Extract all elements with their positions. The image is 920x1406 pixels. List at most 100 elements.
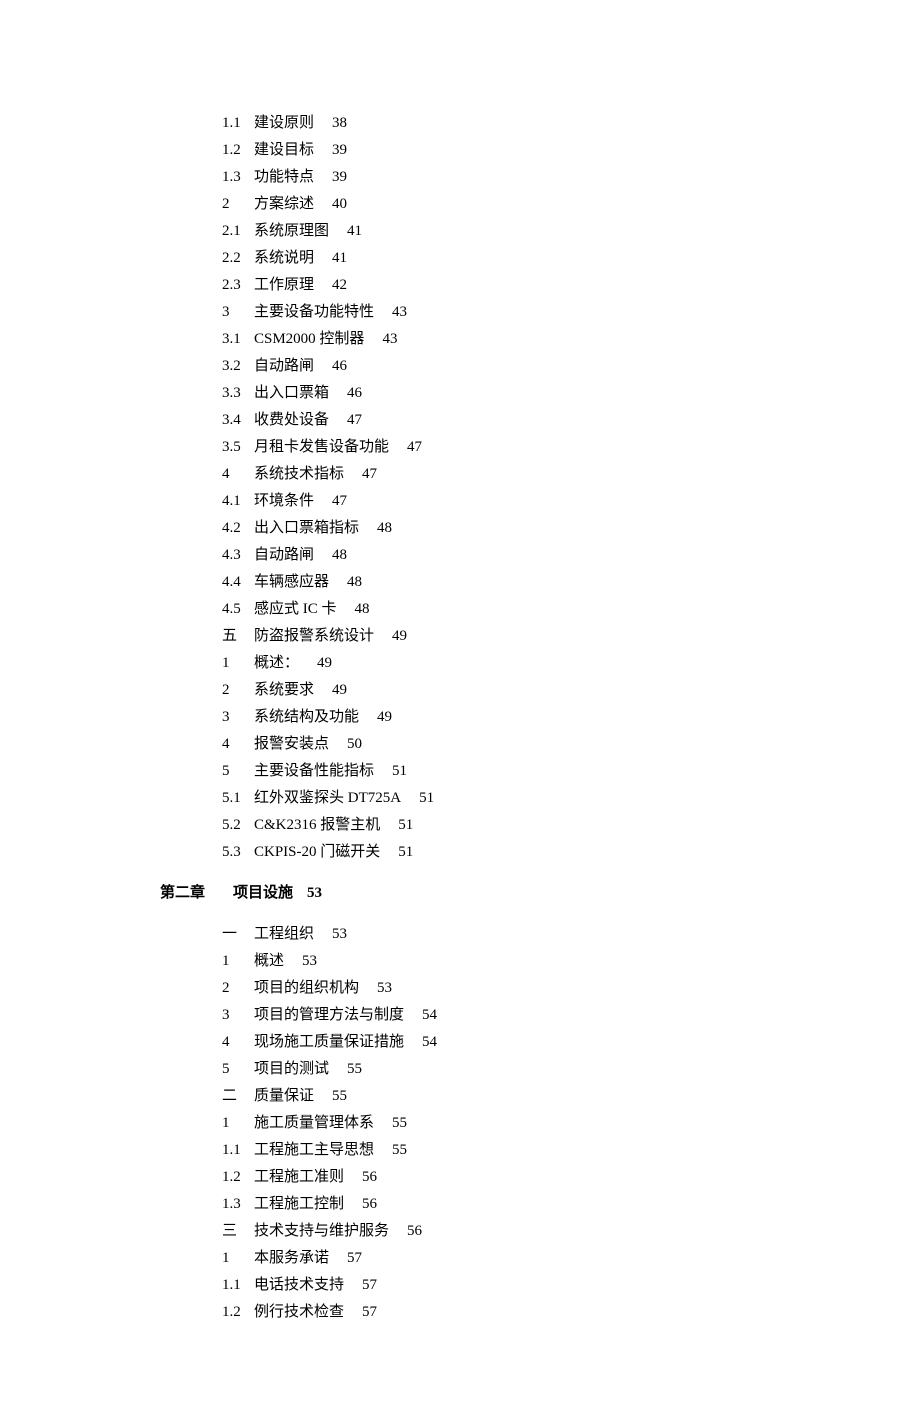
toc-entry-page: 48 bbox=[355, 596, 370, 623]
toc-entry-title: 工程施工主导思想 bbox=[254, 1137, 374, 1164]
toc-entry-title: 自动路闸 bbox=[254, 353, 314, 380]
toc-chapter-label: 第二章 bbox=[160, 880, 205, 907]
toc-entry-title: CSM2000 控制器 bbox=[254, 326, 364, 353]
toc-entry-title: 防盗报警系统设计 bbox=[254, 623, 374, 650]
toc-entry-title: 建设目标 bbox=[254, 137, 314, 164]
toc-entry: 5.2C&K2316 报警主机 51 bbox=[222, 812, 860, 839]
toc-entry: 1.1工程施工主导思想 55 bbox=[222, 1137, 860, 1164]
toc-entry-page: 56 bbox=[362, 1191, 377, 1218]
toc-entry-page: 51 bbox=[398, 812, 413, 839]
toc-entry-page: 54 bbox=[422, 1002, 437, 1029]
toc-entry: 4现场施工质量保证措施54 bbox=[222, 1029, 860, 1056]
toc-entry: 五防盗报警系统设计 49 bbox=[222, 623, 860, 650]
toc-entry: 2.2系统说明41 bbox=[222, 245, 860, 272]
toc-entry-title: 环境条件 bbox=[254, 488, 314, 515]
toc-entry: 3.3出入口票箱 46 bbox=[222, 380, 860, 407]
toc-entry-page: 53 bbox=[332, 921, 347, 948]
toc-entry: 4系统技术指标47 bbox=[222, 461, 860, 488]
toc-entry: 2系统要求49 bbox=[222, 677, 860, 704]
toc-entry-title: 例行技术检查 bbox=[254, 1299, 344, 1326]
toc-entry-number: 3 bbox=[222, 704, 254, 731]
toc-entry: 2.1系统原理图41 bbox=[222, 218, 860, 245]
toc-entry-title: 工程施工控制 bbox=[254, 1191, 344, 1218]
toc-entry-number: 1.1 bbox=[222, 1137, 254, 1164]
toc-entry-number: 4.3 bbox=[222, 542, 254, 569]
toc-entry-title: 建设原则 bbox=[254, 110, 314, 137]
toc-chapter: 第二章项目设施53 bbox=[160, 880, 860, 907]
toc-entry-page: 56 bbox=[362, 1164, 377, 1191]
toc-container: 1.1建设原则381.2建设目标391.3功能特点392方案综述402.1系统原… bbox=[160, 110, 860, 1326]
toc-entry-page: 55 bbox=[347, 1056, 362, 1083]
toc-entry-number: 4.2 bbox=[222, 515, 254, 542]
toc-entry-title: 电话技术支持 bbox=[254, 1272, 344, 1299]
toc-entry-number: 2.3 bbox=[222, 272, 254, 299]
toc-entry: 4.3自动路闸48 bbox=[222, 542, 860, 569]
toc-entry-title: 概述： bbox=[254, 650, 299, 677]
toc-entry: 1.3工程施工控制56 bbox=[222, 1191, 860, 1218]
toc-chapter-page: 53 bbox=[307, 880, 322, 907]
toc-entry-page: 53 bbox=[302, 948, 317, 975]
toc-entry-number: 4.5 bbox=[222, 596, 254, 623]
toc-entry-page: 47 bbox=[362, 461, 377, 488]
toc-entry-number: 1.2 bbox=[222, 1164, 254, 1191]
toc-entry: 1施工质量管理体系55 bbox=[222, 1110, 860, 1137]
toc-entry-number: 3.3 bbox=[222, 380, 254, 407]
toc-entry: 2.3工作原理42 bbox=[222, 272, 860, 299]
toc-entry-title: 质量保证 bbox=[254, 1083, 314, 1110]
toc-entry: 5.1红外双鉴探头 DT725A51 bbox=[222, 785, 860, 812]
toc-entry-number: 五 bbox=[222, 623, 254, 650]
toc-entry-page: 55 bbox=[392, 1137, 407, 1164]
toc-entry-page: 46 bbox=[347, 380, 362, 407]
toc-entry-number: 4.4 bbox=[222, 569, 254, 596]
toc-entry-title: CKPIS-20 门磁开关 bbox=[254, 839, 380, 866]
toc-entry-page: 38 bbox=[332, 110, 347, 137]
toc-page: 1.1建设原则381.2建设目标391.3功能特点392方案综述402.1系统原… bbox=[0, 0, 920, 1406]
toc-entry-title: 系统技术指标 bbox=[254, 461, 344, 488]
toc-entry-number: 二 bbox=[222, 1083, 254, 1110]
toc-entry-page: 57 bbox=[347, 1245, 362, 1272]
toc-entry: 1本服务承诺57 bbox=[222, 1245, 860, 1272]
toc-entry: 4.1环境条件47 bbox=[222, 488, 860, 515]
toc-entry-number: 1.3 bbox=[222, 164, 254, 191]
toc-entry-page: 47 bbox=[347, 407, 362, 434]
toc-entry-page: 53 bbox=[377, 975, 392, 1002]
toc-entry-title: 报警安装点 bbox=[254, 731, 329, 758]
toc-entry-page: 49 bbox=[317, 650, 332, 677]
toc-entry-page: 49 bbox=[392, 623, 407, 650]
toc-entry-title: 出入口票箱 bbox=[254, 380, 329, 407]
toc-entry-title: 项目的管理方法与制度 bbox=[254, 1002, 404, 1029]
toc-entry-title: 系统结构及功能 bbox=[254, 704, 359, 731]
toc-entry-title: C&K2316 报警主机 bbox=[254, 812, 380, 839]
toc-entry-page: 48 bbox=[332, 542, 347, 569]
toc-entry: 5.3CKPIS-20 门磁开关 51 bbox=[222, 839, 860, 866]
toc-entry: 1.1建设原则38 bbox=[222, 110, 860, 137]
toc-entry-title: 系统说明 bbox=[254, 245, 314, 272]
toc-entry: 3.1CSM2000 控制器43 bbox=[222, 326, 860, 353]
toc-entry-page: 41 bbox=[332, 245, 347, 272]
toc-entry-page: 54 bbox=[422, 1029, 437, 1056]
toc-entry-number: 3.2 bbox=[222, 353, 254, 380]
toc-entry-title: 出入口票箱指标 bbox=[254, 515, 359, 542]
toc-entry-page: 39 bbox=[332, 164, 347, 191]
toc-entry-page: 55 bbox=[392, 1110, 407, 1137]
toc-entry-title: 主要设备功能特性 bbox=[254, 299, 374, 326]
toc-entry: 4.2出入口票箱指标48 bbox=[222, 515, 860, 542]
toc-entry-number: 3.5 bbox=[222, 434, 254, 461]
toc-entry-number: 一 bbox=[222, 921, 254, 948]
toc-entry-number: 5 bbox=[222, 758, 254, 785]
toc-entry-page: 51 bbox=[398, 839, 413, 866]
toc-entry: 1.3功能特点39 bbox=[222, 164, 860, 191]
toc-entry-page: 47 bbox=[332, 488, 347, 515]
toc-entry-number: 5.3 bbox=[222, 839, 254, 866]
toc-entry: 1.2例行技术检查57 bbox=[222, 1299, 860, 1326]
toc-entry-number: 1 bbox=[222, 1245, 254, 1272]
toc-entry-title: 技术支持与维护服务 bbox=[254, 1218, 389, 1245]
toc-entry-number: 5.2 bbox=[222, 812, 254, 839]
toc-entry: 4.4车辆感应器48 bbox=[222, 569, 860, 596]
toc-entry: 一工程组织 53 bbox=[222, 921, 860, 948]
toc-entry-title: 车辆感应器 bbox=[254, 569, 329, 596]
toc-entry-number: 4 bbox=[222, 731, 254, 758]
toc-entry-title: 工程组织 bbox=[254, 921, 314, 948]
toc-entry-page: 50 bbox=[347, 731, 362, 758]
toc-entry: 3.4收费处设备47 bbox=[222, 407, 860, 434]
